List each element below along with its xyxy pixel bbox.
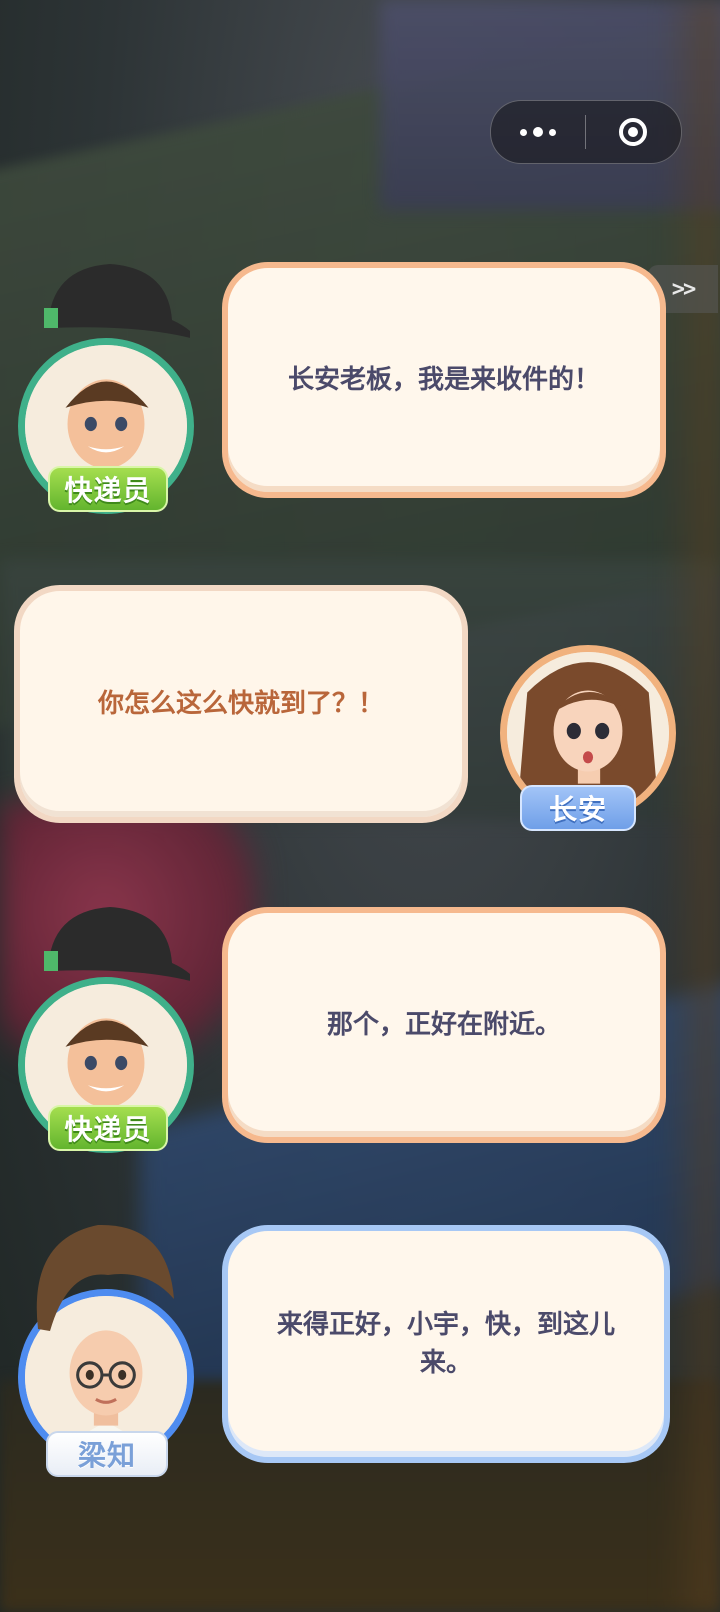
mini-program-capsule <box>490 100 682 164</box>
dialogue-entry: 梁知 来得正好，小宇，快，到这儿来。 <box>0 1224 720 1495</box>
dialogue-bubble[interactable]: 长安老板，我是来收件的！ <box>222 262 666 498</box>
courier-cap-icon <box>44 264 190 338</box>
close-miniprogram-button[interactable] <box>586 101 680 163</box>
dialogue-bubble[interactable]: 来得正好，小宇，快，到这儿来。 <box>222 1225 670 1463</box>
dialogue-entry: 你怎么这么快就到了？！ 长安 <box>0 575 720 845</box>
dialogue-bubble[interactable]: 你怎么这么快就到了？！ <box>14 585 468 823</box>
speaker-name-tag: 快递员 <box>48 1105 168 1151</box>
dialogue-entry: 快递员 那个，正好在附近。 <box>0 905 720 1165</box>
courier-cap-icon <box>44 907 190 981</box>
speaker-name-tag: 梁知 <box>46 1431 168 1477</box>
target-ring-icon <box>619 118 647 146</box>
dialogue-bubble[interactable]: 那个，正好在附近。 <box>222 907 666 1143</box>
speaker-name-tag: 长安 <box>520 785 636 831</box>
more-menu-button[interactable] <box>491 101 585 163</box>
liangzhi-hair-icon <box>36 1224 174 1331</box>
three-dots-icon <box>520 128 527 136</box>
speaker-name-tag: 快递员 <box>48 466 168 512</box>
dialogue-entry: 快递员 长安老板，我是来收件的！ <box>0 258 720 518</box>
